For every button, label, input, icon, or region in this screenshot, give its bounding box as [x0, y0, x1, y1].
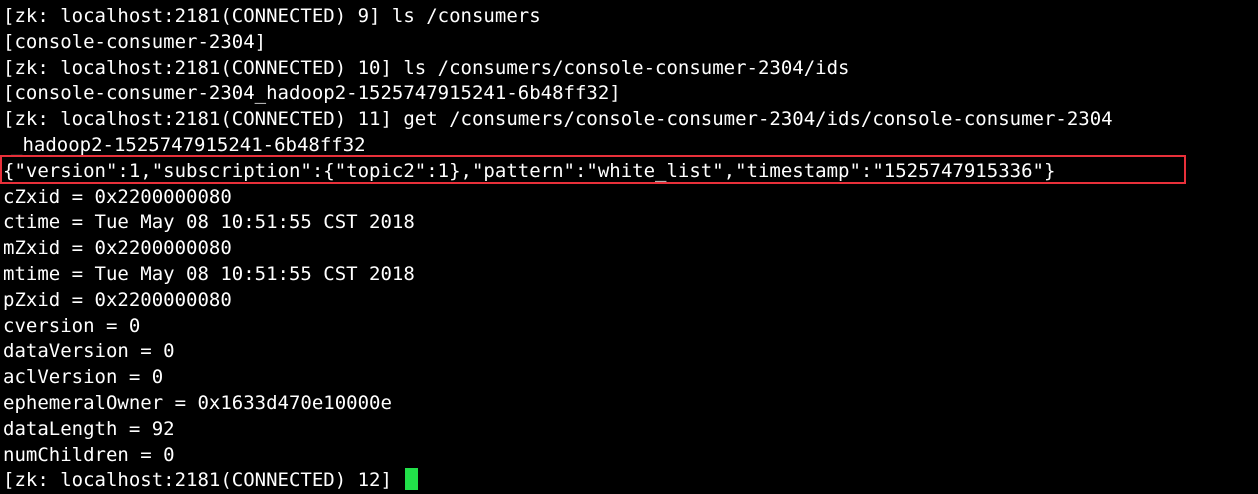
output-line: [console-consumer-2304_hadoop2-152574791… [3, 82, 621, 105]
cursor-block [405, 468, 419, 491]
output-line: aclVersion = 0 [3, 366, 164, 389]
output-line: [zk: localhost:2181(CONNECTED) 11] get /… [3, 108, 1113, 131]
prompt-text: [zk: localhost:2181(CONNECTED) 12] [3, 469, 404, 492]
prompt-line[interactable]: [zk: localhost:2181(CONNECTED) 12] [3, 468, 1258, 494]
output-line: dataLength = 92 [3, 417, 175, 440]
output-line: _hadoop2-1525747915241-6b48ff32 [11, 133, 366, 156]
output-line: ctime = Tue May 08 10:51:55 CST 2018 [3, 211, 415, 234]
highlighted-data-line: {"version":1,"subscription":{"topic2":1}… [3, 159, 1056, 182]
output-line: numChildren = 0 [3, 443, 175, 466]
output-line: mtime = Tue May 08 10:51:55 CST 2018 [3, 262, 415, 285]
output-line: mZxid = 0x2200000080 [3, 237, 232, 260]
output-line: [console-consumer-2304] [3, 30, 267, 53]
output-line: [zk: localhost:2181(CONNECTED) 10] ls /c… [3, 56, 850, 79]
output-line: dataVersion = 0 [3, 340, 175, 363]
output-line: cZxid = 0x2200000080 [3, 185, 232, 208]
terminal-window[interactable]: [zk: localhost:2181(CONNECTED) 9] ls /co… [0, 0, 1258, 494]
output-line: ephemeralOwner = 0x1633d470e10000e [3, 391, 392, 414]
output-line: cversion = 0 [3, 314, 141, 337]
output-line: pZxid = 0x2200000080 [3, 288, 232, 311]
output-line: [zk: localhost:2181(CONNECTED) 9] ls /co… [3, 5, 541, 27]
